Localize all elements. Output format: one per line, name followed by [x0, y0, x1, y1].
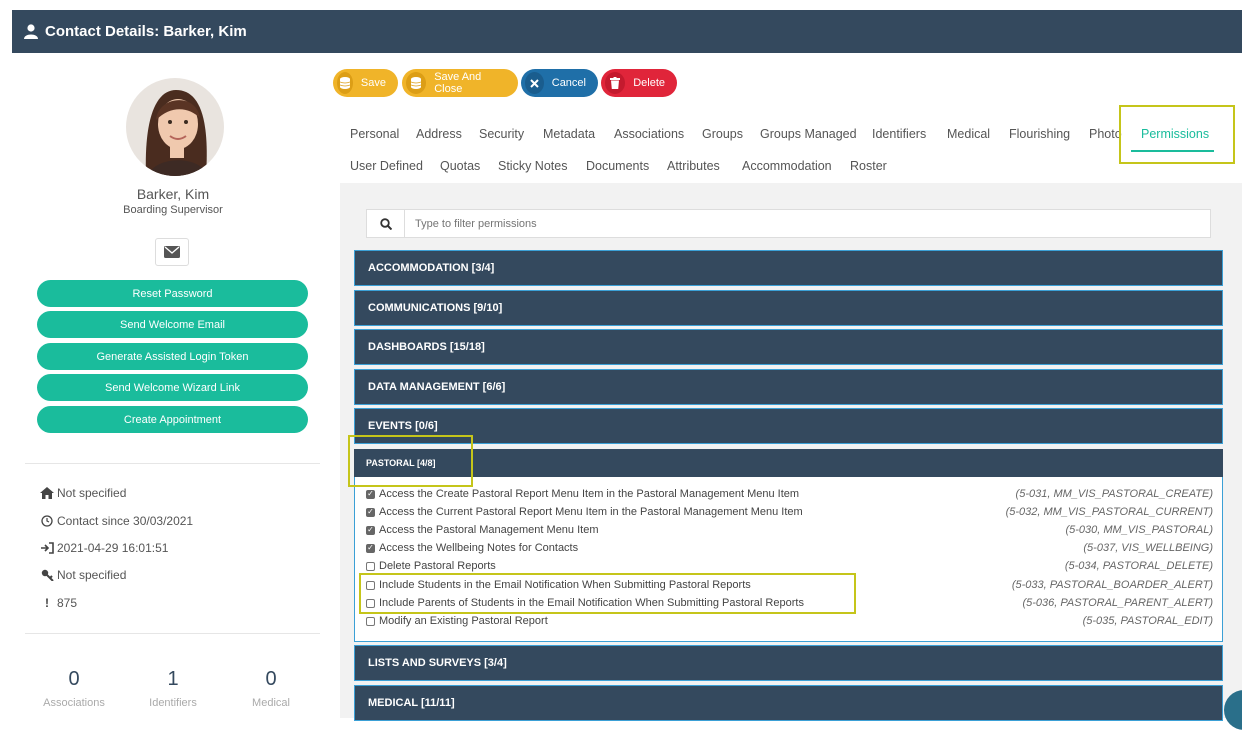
database-icon: [406, 72, 427, 94]
info-address: Not specified: [40, 486, 126, 500]
tab-medical[interactable]: Medical: [947, 127, 990, 141]
cancel-button[interactable]: Cancel: [521, 69, 598, 97]
profile-role: Boarding Supervisor: [123, 204, 223, 216]
permission-row[interactable]: ✓ Access the Wellbeing Notes for Contact…: [366, 540, 1213, 556]
group-dashboards[interactable]: DASHBOARDS [15/18]: [354, 329, 1223, 365]
checkbox-unchecked[interactable]: [366, 561, 375, 571]
checkbox-checked[interactable]: ✓: [366, 543, 375, 553]
group-events[interactable]: EVENTS [0/6]: [354, 408, 1223, 444]
tab-documents[interactable]: Documents: [586, 159, 649, 173]
save-and-close-button[interactable]: Save And Close: [402, 69, 518, 97]
group-communications[interactable]: COMMUNICATIONS [9/10]: [354, 290, 1223, 326]
database-icon: [337, 72, 353, 94]
permission-row[interactable]: Delete Pastoral Reports (5-034, PASTORAL…: [366, 558, 1213, 574]
tab-groups-managed[interactable]: Groups Managed: [760, 127, 857, 141]
tab-sticky-notes[interactable]: Sticky Notes: [498, 159, 567, 173]
save-button[interactable]: Save: [333, 69, 398, 97]
avatar: [126, 78, 224, 176]
permission-row[interactable]: ✓ Access the Pastoral Management Menu It…: [366, 522, 1213, 538]
tab-security[interactable]: Security: [479, 127, 524, 141]
checkbox-checked[interactable]: ✓: [366, 507, 375, 517]
search-button[interactable]: [367, 210, 405, 237]
filter-input[interactable]: [405, 210, 1210, 237]
tab-personal[interactable]: Personal: [350, 127, 399, 141]
highlight-box: [348, 435, 473, 487]
profile-name: Barker, Kim: [136, 186, 210, 202]
sign-in-icon: [40, 542, 54, 554]
delete-button[interactable]: Delete: [601, 69, 677, 97]
create-appointment-button[interactable]: Create Appointment: [37, 406, 308, 433]
send-wizard-link-button[interactable]: Send Welcome Wizard Link: [37, 374, 308, 401]
permission-row[interactable]: Modify an Existing Pastoral Report (5-03…: [366, 613, 1213, 629]
page-title: Contact Details: Barker, Kim: [45, 23, 247, 40]
tab-user-defined[interactable]: User Defined: [350, 159, 423, 173]
highlight-box: [359, 573, 856, 614]
info-contact-since: Contact since 30/03/2021: [40, 514, 193, 528]
trash-icon: [605, 72, 626, 94]
permission-row[interactable]: ✓ Access the Current Pastoral Report Men…: [366, 504, 1213, 520]
info-last-login: 2021-04-29 16:01:51: [40, 541, 168, 555]
user-icon: [24, 24, 38, 39]
tab-address[interactable]: Address: [416, 127, 462, 141]
group-medical[interactable]: MEDICAL [11/11]: [354, 685, 1223, 721]
checkbox-unchecked[interactable]: [366, 616, 375, 626]
home-icon: [40, 487, 54, 499]
tab-groups[interactable]: Groups: [702, 127, 743, 141]
permission-row[interactable]: ✓ Access the Create Pastoral Report Menu…: [366, 486, 1213, 502]
reset-password-button[interactable]: Reset Password: [37, 280, 308, 307]
search-icon: [379, 217, 392, 230]
checkbox-checked[interactable]: ✓: [366, 489, 375, 499]
envelope-icon: [164, 246, 180, 258]
page-header: Contact Details: Barker, Kim: [12, 10, 1242, 53]
checkbox-checked[interactable]: ✓: [366, 525, 375, 535]
clock-icon: [40, 515, 54, 527]
highlight-box: [1119, 105, 1235, 164]
tab-accommodation[interactable]: Accommodation: [742, 159, 832, 173]
tab-photo[interactable]: Photo: [1089, 127, 1123, 141]
send-welcome-email-button[interactable]: Send Welcome Email: [37, 311, 308, 338]
tab-roster[interactable]: Roster: [850, 159, 887, 173]
stat-associations[interactable]: 0 Associations: [24, 668, 124, 709]
permission-filter: [366, 209, 1211, 238]
divider: [25, 463, 320, 464]
tab-flourishing[interactable]: Flourishing: [1009, 127, 1070, 141]
email-button[interactable]: [155, 238, 189, 266]
tab-identifiers[interactable]: Identifiers: [872, 127, 926, 141]
generate-login-token-button[interactable]: Generate Assisted Login Token: [37, 343, 308, 370]
info-password: Not specified: [40, 568, 126, 582]
key-icon: [40, 569, 54, 581]
group-accommodation[interactable]: ACCOMMODATION [3/4]: [354, 250, 1223, 286]
group-data-management[interactable]: DATA MANAGEMENT [6/6]: [354, 369, 1223, 405]
stat-medical[interactable]: 0 Medical: [221, 668, 321, 709]
close-icon: [525, 72, 544, 94]
divider: [25, 633, 320, 634]
tab-metadata[interactable]: Metadata: [543, 127, 595, 141]
tab-quotas[interactable]: Quotas: [440, 159, 480, 173]
info-id: ! 875: [40, 596, 77, 610]
stat-identifiers[interactable]: 1 Identifiers: [123, 668, 223, 709]
tab-attributes[interactable]: Attributes: [667, 159, 720, 173]
group-pastoral[interactable]: PASTORAL [4/8]: [354, 449, 1223, 477]
tab-associations[interactable]: Associations: [614, 127, 684, 141]
group-lists-and-surveys[interactable]: LISTS AND SURVEYS [3/4]: [354, 645, 1223, 681]
exclamation-icon: !: [45, 596, 49, 610]
